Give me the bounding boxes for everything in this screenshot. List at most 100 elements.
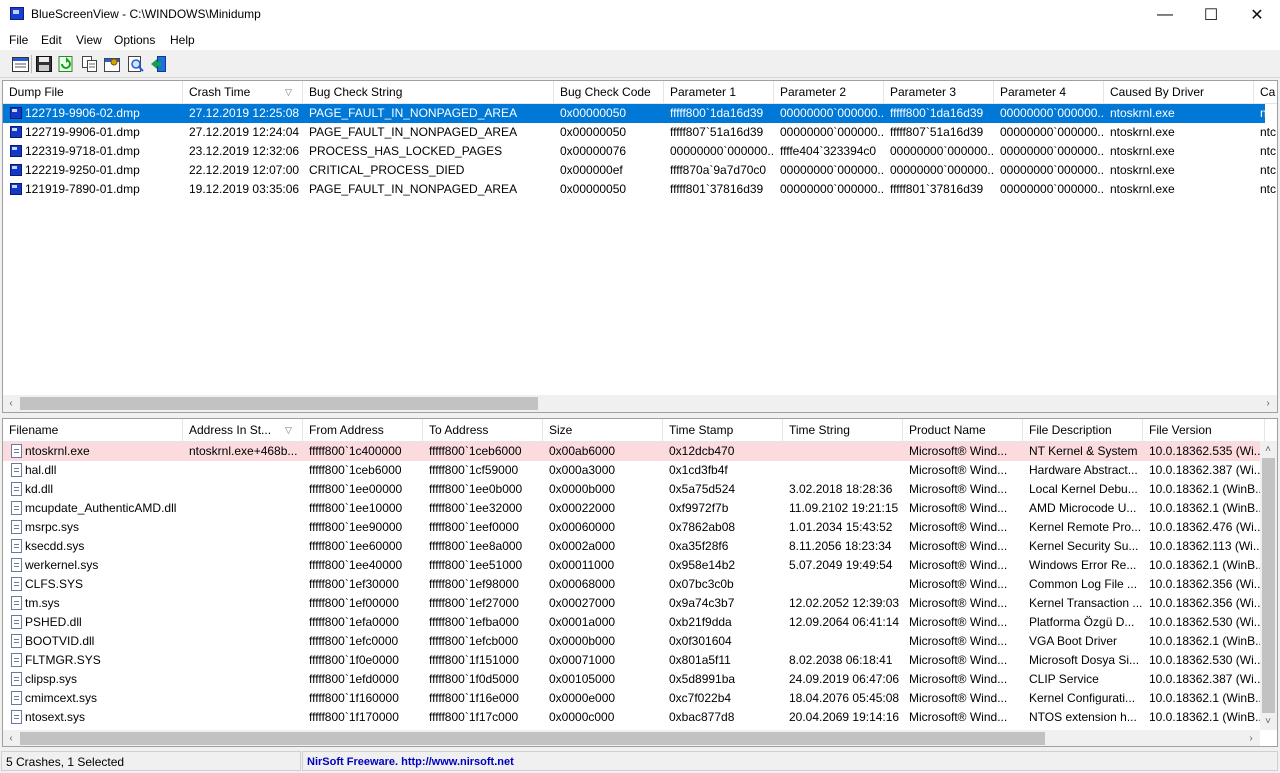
- scroll-right-icon[interactable]: ›: [1260, 395, 1276, 412]
- cell: 0x5a75d524: [669, 482, 736, 496]
- driver-row[interactable]: ksecdd.sys fffff800`1ee60000 fffff800`1ee8…: [3, 537, 1265, 556]
- crash-row[interactable]: 122719-9906-02.dmp 27.12.2019 12:25:08 PAG…: [3, 104, 1276, 123]
- scroll-thumb[interactable]: [20, 397, 538, 410]
- cell: AMD Microcode U...: [1029, 501, 1137, 515]
- copy-icon[interactable]: [80, 54, 100, 74]
- crash-row[interactable]: 122319-9718-01.dmp 23.12.2019 12:32:06 PRO…: [3, 142, 1276, 161]
- exit-icon[interactable]: [148, 54, 168, 74]
- column-header[interactable]: Ca: [1254, 81, 1277, 103]
- column-header[interactable]: From Address: [303, 419, 423, 441]
- driver-list[interactable]: Filename Address In St... ▽ From Address To …: [2, 418, 1278, 747]
- scroll-thumb[interactable]: [1262, 458, 1275, 713]
- nirsoft-link[interactable]: NirSoft Freeware. http://www.nirsoft.net: [302, 751, 1278, 771]
- cell: 00000000`000000...: [780, 125, 884, 139]
- scroll-up-icon[interactable]: ˄: [1260, 441, 1276, 458]
- cell: fffff800`1ee8a000: [429, 539, 523, 553]
- driver-row[interactable]: clipsp.sys fffff800`1efd0000 fffff800`1f0d…: [3, 670, 1265, 689]
- refresh-icon[interactable]: [56, 54, 76, 74]
- cell: 00000000`000000...: [780, 163, 884, 177]
- cell: msrpc.sys: [25, 520, 79, 534]
- scroll-down-icon[interactable]: ˅: [1260, 713, 1276, 730]
- driver-row[interactable]: hal.dll fffff800`1ceb6000 fffff800`1cf5900…: [3, 461, 1265, 480]
- cell: fffff800`1ee0b000: [429, 482, 523, 496]
- column-header[interactable]: Product Name: [903, 419, 1023, 441]
- driver-row[interactable]: ntoskrnl.exe ntoskrnl.exe+468b... fffff800…: [3, 442, 1265, 461]
- cell: 122719-9906-02.dmp: [25, 106, 140, 120]
- cell: 0x00000050: [560, 182, 627, 196]
- driver-row[interactable]: tm.sys fffff800`1ef00000 fffff800`1ef27000…: [3, 594, 1265, 613]
- properties-icon[interactable]: [10, 54, 30, 74]
- close-button[interactable]: ✕: [1234, 0, 1280, 30]
- cell: Kernel Transaction ...: [1029, 596, 1143, 610]
- cell: 0x00000076: [560, 144, 627, 158]
- menu-edit[interactable]: Edit: [41, 33, 62, 47]
- column-header[interactable]: Time String: [783, 419, 903, 441]
- crash-row[interactable]: 122719-9906-01.dmp 27.12.2019 12:24:04 PAG…: [3, 123, 1276, 142]
- column-header[interactable]: Caused By Driver: [1104, 81, 1254, 103]
- cell: fffff800`1f160000: [309, 691, 399, 705]
- scroll-left-icon[interactable]: ‹: [3, 395, 19, 412]
- cell: 0x0f301604: [669, 634, 732, 648]
- column-header[interactable]: To Address: [423, 419, 543, 441]
- cell: fffff800`1ef30000: [309, 577, 399, 591]
- menu-help[interactable]: Help: [170, 33, 195, 47]
- driver-list-hscrollbar[interactable]: ‹ ›: [3, 730, 1260, 746]
- driver-list-vscrollbar[interactable]: ˄ ˅: [1260, 441, 1277, 730]
- cell: PSHED.dll: [25, 615, 82, 629]
- crash-row[interactable]: 121919-7890-01.dmp 19.12.2019 03:35:06 PAG…: [3, 180, 1276, 199]
- column-header[interactable]: Parameter 1: [664, 81, 774, 103]
- menu-options[interactable]: Options: [114, 33, 155, 47]
- column-header[interactable]: Size: [543, 419, 663, 441]
- driver-row[interactable]: cmimcext.sys fffff800`1f160000 fffff800`1f…: [3, 689, 1265, 708]
- maximize-button[interactable]: ☐: [1188, 0, 1234, 30]
- column-header[interactable]: Bug Check Code: [554, 81, 664, 103]
- driver-row[interactable]: kd.dll fffff800`1ee00000 fffff800`1ee0b000…: [3, 480, 1265, 499]
- column-header[interactable]: Filename: [3, 419, 183, 441]
- cell: fffff800`1efc0000: [309, 634, 399, 648]
- cell: 0x0001a000: [549, 615, 616, 629]
- menu-file[interactable]: File: [9, 33, 28, 47]
- column-header[interactable]: Bug Check String: [303, 81, 554, 103]
- scroll-right-icon[interactable]: ›: [1243, 730, 1259, 746]
- cell: Microsoft® Wind...: [909, 444, 1008, 458]
- driver-row[interactable]: msrpc.sys fffff800`1ee90000 fffff800`1eef0…: [3, 518, 1265, 537]
- scroll-left-icon[interactable]: ‹: [3, 730, 19, 746]
- cell: fffff807`51a16d39: [890, 125, 984, 139]
- toolbar-separator: [31, 55, 32, 73]
- find-icon[interactable]: [126, 54, 146, 74]
- cell: 0x801a5f11: [669, 653, 731, 667]
- scroll-thumb[interactable]: [20, 732, 1045, 745]
- crash-row[interactable]: 122219-9250-01.dmp 22.12.2019 12:07:00 CRI…: [3, 161, 1276, 180]
- cell: Microsoft® Wind...: [909, 539, 1008, 553]
- cell: ntoskrnl.exe: [25, 444, 90, 458]
- cell: 10.0.18362.1 (WinB...: [1149, 634, 1265, 648]
- minimize-button[interactable]: —: [1142, 0, 1188, 30]
- column-header[interactable]: File Description: [1023, 419, 1143, 441]
- column-header[interactable]: Parameter 2: [774, 81, 884, 103]
- cell: Microsoft® Wind...: [909, 482, 1008, 496]
- driver-row[interactable]: FLTMGR.SYS fffff800`1f0e0000 fffff800`1f15…: [3, 651, 1265, 670]
- cell: fffff800`1f0d5000: [429, 672, 519, 686]
- driver-row[interactable]: BOOTVID.dll fffff800`1efc0000 fffff800`1ef…: [3, 632, 1265, 651]
- column-header[interactable]: Parameter 4: [994, 81, 1104, 103]
- column-header[interactable]: Parameter 3: [884, 81, 994, 103]
- cell: 10.0.18362.387 (Wi...: [1149, 463, 1264, 477]
- driver-row[interactable]: PSHED.dll fffff800`1efa0000 fffff800`1efba…: [3, 613, 1265, 632]
- toolbar: [0, 51, 1280, 78]
- column-header[interactable]: Dump File: [3, 81, 183, 103]
- driver-row[interactable]: ntosext.sys fffff800`1f170000 fffff800`1f1…: [3, 708, 1265, 727]
- save-icon[interactable]: [34, 54, 54, 74]
- menu-view[interactable]: View: [76, 33, 102, 47]
- cell: fffff801`37816d39: [670, 182, 764, 196]
- advanced-options-icon[interactable]: [102, 54, 122, 74]
- cell: fffff800`1f170000: [309, 710, 399, 724]
- crash-list[interactable]: Dump File Crash Time ▽ Bug Check String Bug …: [2, 80, 1278, 413]
- column-header[interactable]: File Version: [1143, 419, 1265, 441]
- cell: 0x00060000: [549, 520, 616, 534]
- column-header[interactable]: Time Stamp: [663, 419, 783, 441]
- crash-list-hscrollbar[interactable]: ‹ ›: [3, 395, 1277, 412]
- cell: fffff801`37816d39: [890, 182, 984, 196]
- driver-row[interactable]: mcupdate_AuthenticAMD.dll fffff800`1ee100…: [3, 499, 1265, 518]
- driver-row[interactable]: CLFS.SYS fffff800`1ef30000 fffff800`1ef980…: [3, 575, 1265, 594]
- driver-row[interactable]: werkernel.sys fffff800`1ee40000 fffff800`1…: [3, 556, 1265, 575]
